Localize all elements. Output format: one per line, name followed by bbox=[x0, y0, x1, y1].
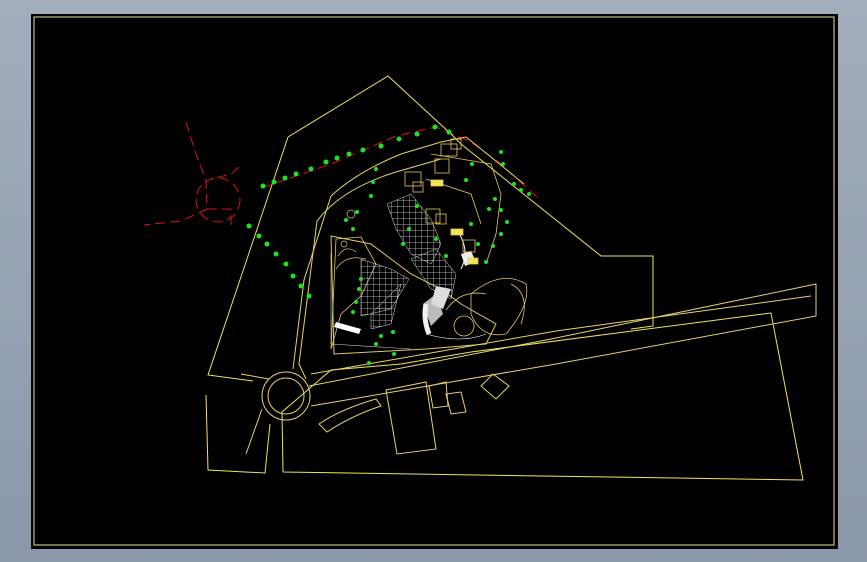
curved-building bbox=[445, 278, 528, 337]
site-boundary bbox=[205, 75, 804, 481]
site-plan-drawing bbox=[33, 16, 835, 546]
lower-buildings bbox=[318, 373, 510, 455]
red-line-layer bbox=[143, 121, 539, 227]
vegetation-layer bbox=[246, 124, 531, 365]
central-plaza bbox=[330, 193, 497, 355]
road-network bbox=[240, 136, 817, 455]
cad-viewport[interactable] bbox=[31, 14, 838, 549]
